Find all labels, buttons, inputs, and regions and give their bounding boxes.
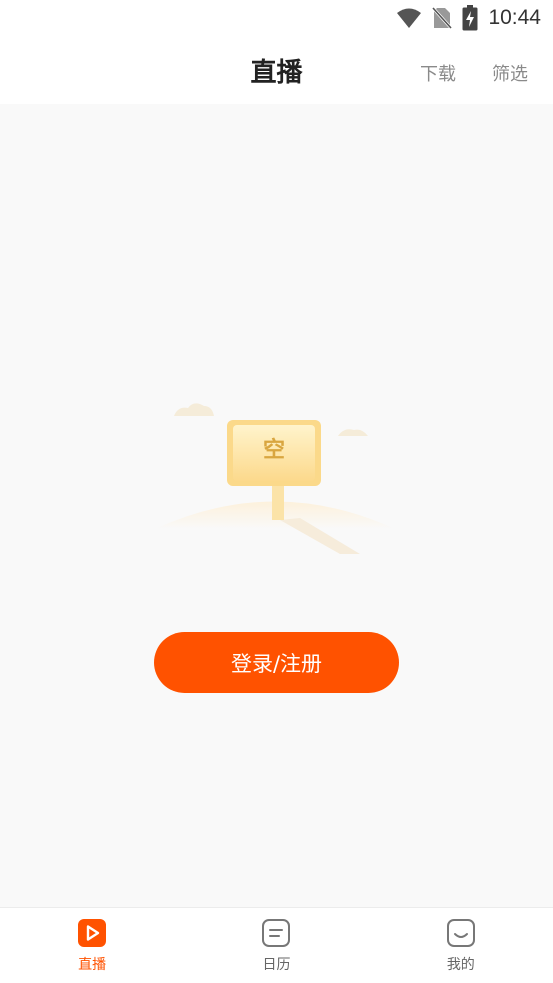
calendar-icon (262, 919, 291, 947)
empty-signpost-image (155, 403, 395, 554)
bottom-nav: 直播 日历 我的 (0, 907, 553, 983)
empty-sign-text: 空 (263, 438, 286, 463)
empty-state-illustration: 空 (150, 394, 400, 564)
download-button[interactable]: 下载 (420, 60, 456, 86)
live-play-icon (78, 919, 107, 947)
page-title: 直播 (250, 58, 303, 88)
status-time: 10:44 (488, 6, 541, 29)
nav-item-calendar[interactable]: 日历 (184, 908, 368, 983)
nav-item-live[interactable]: 直播 (0, 908, 184, 983)
filter-button[interactable]: 筛选 (492, 60, 528, 86)
battery-charging-icon (462, 5, 478, 31)
top-header: 直播 下载 筛选 (0, 36, 553, 104)
wifi-icon (397, 8, 422, 28)
nav-item-profile[interactable]: 我的 (369, 908, 553, 983)
nav-label-calendar: 日历 (262, 957, 291, 973)
login-register-button[interactable]: 登录/注册 (154, 632, 399, 693)
content-area: 空 登录/注册 (0, 104, 553, 907)
app-screen: 10:44 直播 下载 筛选 空 登录/注册 直播 日历 我的 (0, 0, 553, 983)
no-sim-icon (432, 6, 453, 30)
status-bar: 10:44 (0, 0, 553, 36)
nav-label-profile: 我的 (446, 957, 475, 973)
nav-label-live: 直播 (78, 957, 107, 973)
profile-face-icon (446, 919, 475, 947)
